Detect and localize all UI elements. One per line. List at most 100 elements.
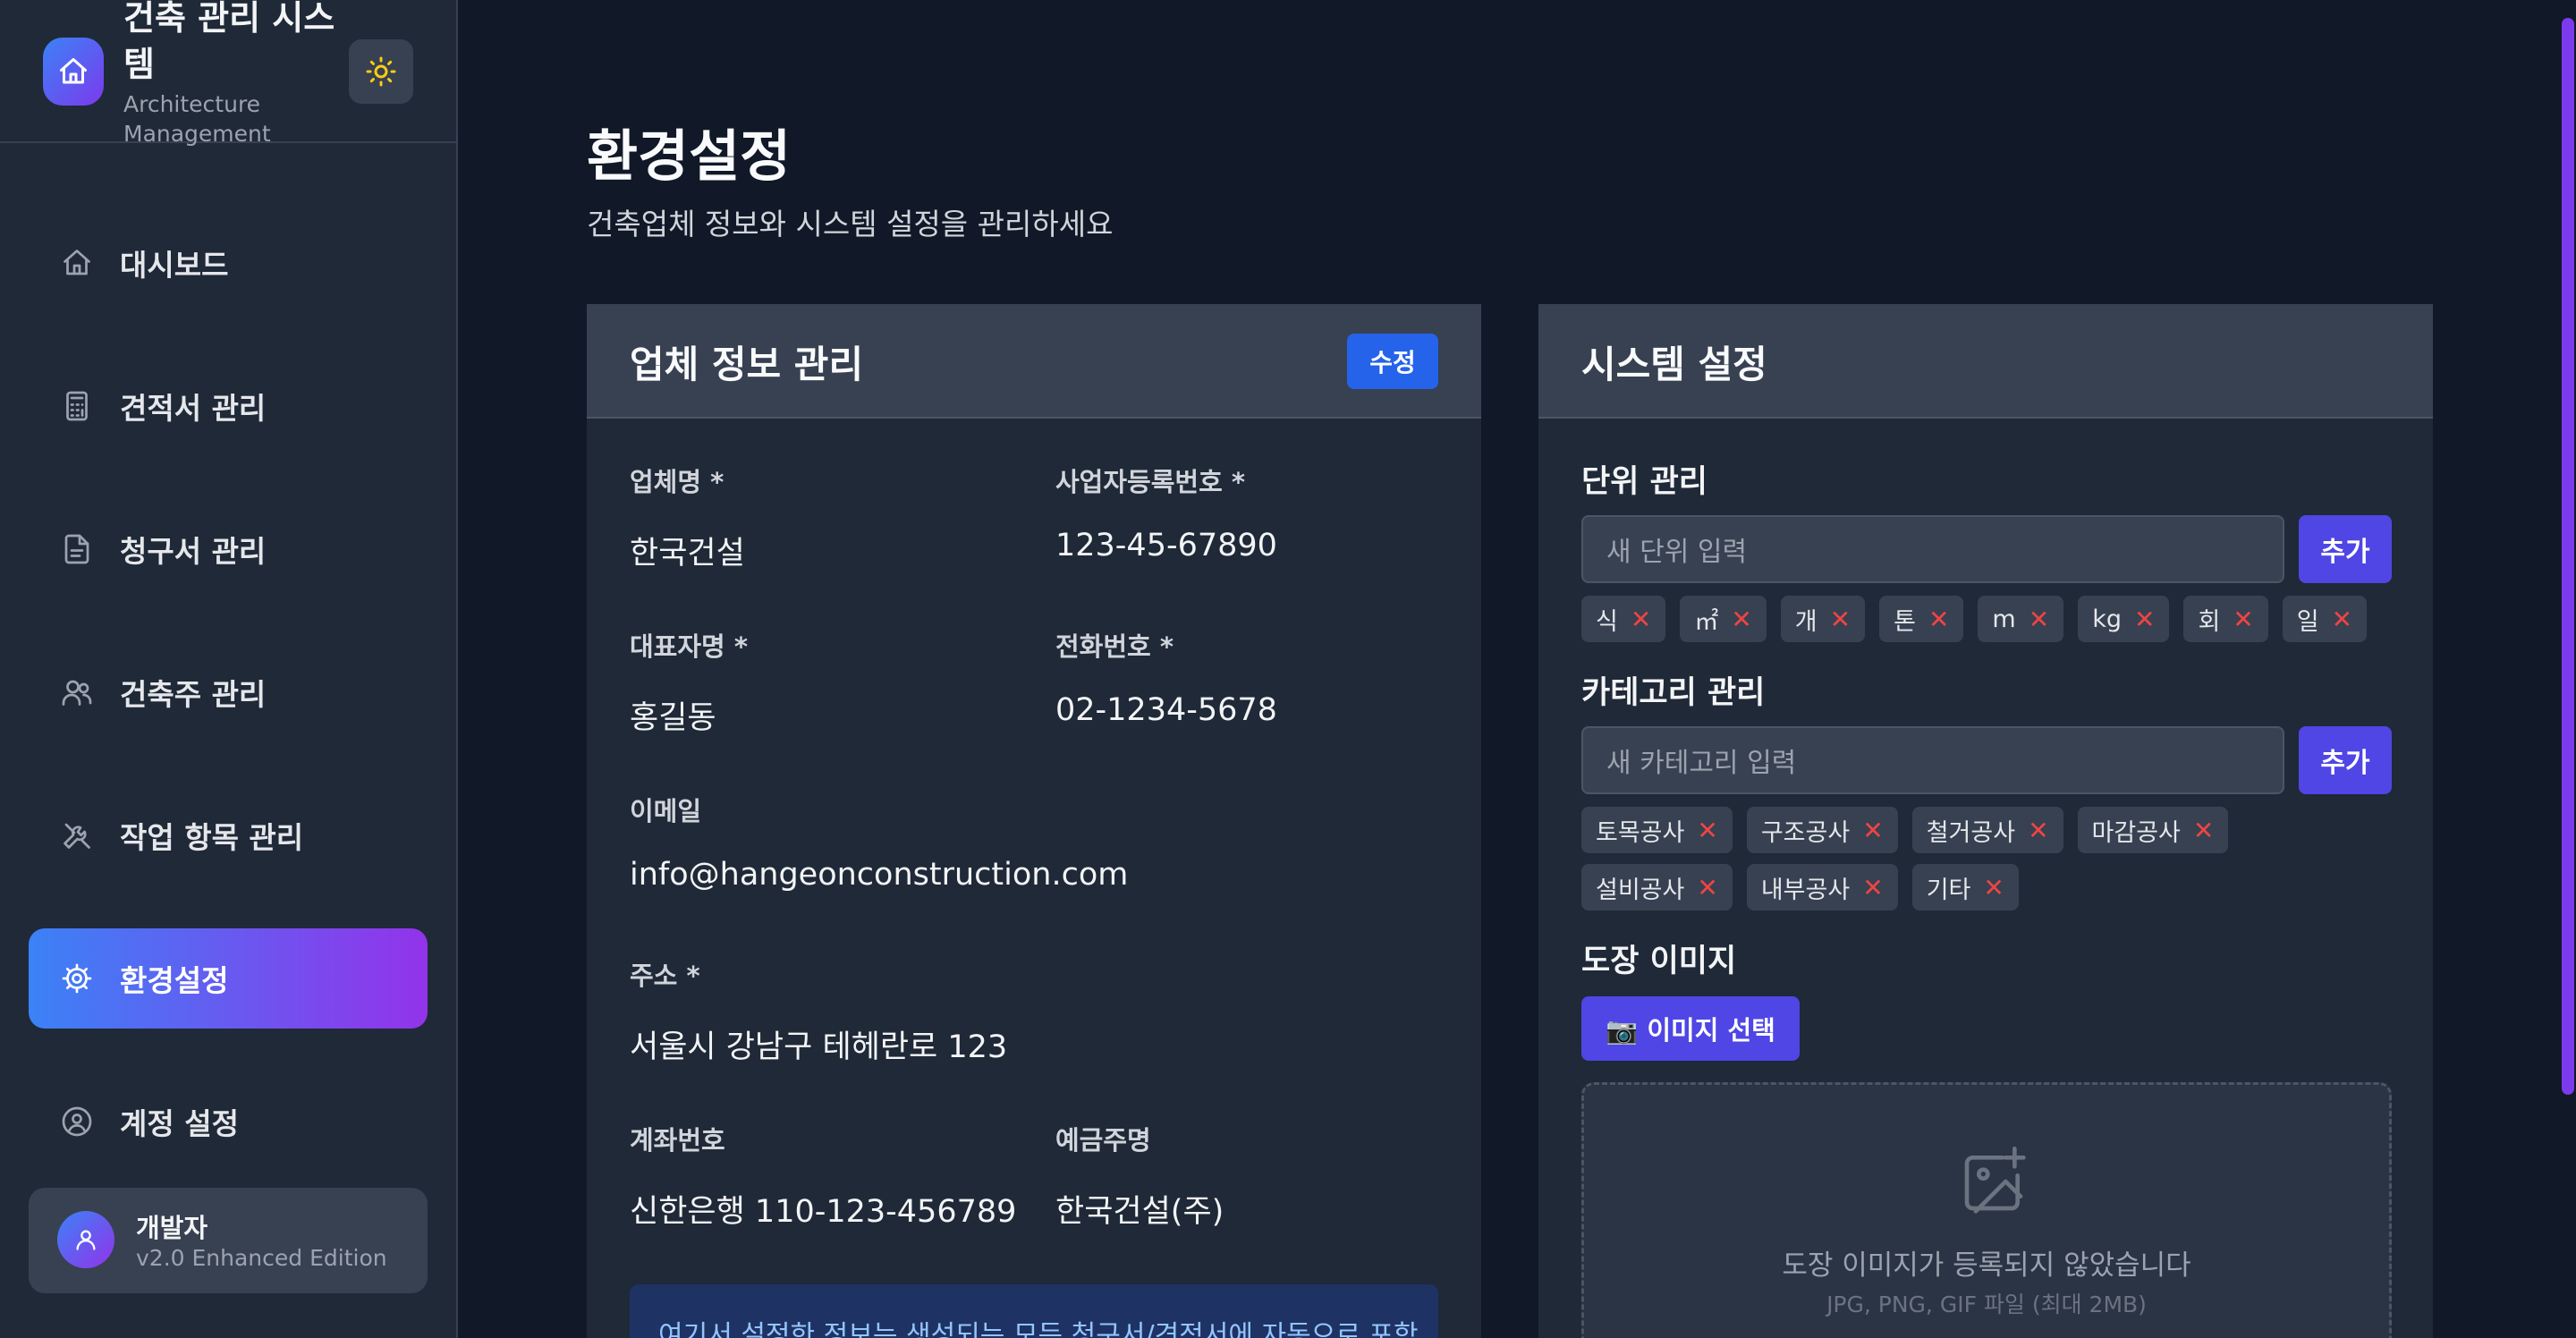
remove-icon[interactable]: ✕ [1631, 605, 1651, 634]
add-unit-button[interactable]: 추가 [2299, 515, 2392, 583]
remove-icon[interactable]: ✕ [1830, 605, 1851, 634]
card-header: 업체 정보 관리 수정 [587, 304, 1481, 419]
remove-icon[interactable]: ✕ [1862, 873, 1883, 902]
sidebar-item-clients[interactable]: 건축주 관리 [29, 642, 428, 742]
tag-label: 기타 [1926, 876, 1971, 904]
tag-label: ㎡ [1694, 607, 1719, 636]
unit-tag: m ✕ [1978, 596, 2064, 642]
remove-icon[interactable]: ✕ [1697, 873, 1717, 902]
system-settings-card: 시스템 설정 단위 관리 새 단위 입력 추가 식 ✕ ㎡ ✕ 개 ✕ 톤 ✕ m ✕ k… [1538, 304, 2433, 1338]
remove-icon[interactable]: ✕ [1983, 873, 2004, 902]
address-value: 서울시 강남구 테헤란로 123 [630, 1029, 1008, 1065]
stamp-image-label: 도장 이미지 [1581, 944, 1737, 979]
email-label: 이메일 [630, 796, 702, 826]
sidebar-item-label: 건축주 관리 [120, 677, 267, 712]
remove-icon[interactable]: ✕ [2233, 605, 2253, 634]
category-tag: 설비공사 ✕ [1581, 864, 1733, 910]
sun-icon [366, 56, 396, 87]
scrollbar-thumb[interactable] [2562, 18, 2574, 1095]
tag-label: 톤 [1894, 607, 1916, 636]
sidebar-item-label: 청구서 관리 [120, 534, 267, 569]
brand-header: 건축 관리 시스템 Architecture Management [0, 0, 456, 147]
category-tag: 철거공사 ✕ [1911, 807, 2063, 853]
phone-label: 전화번호 * [1055, 631, 1174, 662]
remove-icon[interactable]: ✕ [1697, 816, 1717, 845]
image-add-icon [1964, 1147, 2026, 1214]
remove-icon[interactable]: ✕ [1862, 816, 1883, 845]
ceo-name-label: 대표자명 * [630, 631, 748, 662]
category-tag: 토목공사 ✕ [1581, 807, 1733, 853]
gear-icon [59, 961, 95, 996]
home-icon [59, 245, 95, 281]
tag-label: 설비공사 [1596, 876, 1685, 904]
unit-tag: 회 ✕ [2183, 596, 2268, 642]
unit-tag-list: 식 ✕ ㎡ ✕ 개 ✕ 톤 ✕ m ✕ kg ✕ 회 ✕ 일 ✕ [1581, 596, 2404, 642]
remove-icon[interactable]: ✕ [2193, 816, 2214, 845]
stamp-dropzone[interactable]: 도장 이미지가 등록되지 않았습니다 JPG, PNG, GIF 파일 (최대 … [1581, 1082, 2392, 1338]
sidebar-item-estimates[interactable]: 견적서 관리 [29, 356, 428, 456]
tag-label: 개 [1794, 607, 1818, 636]
sidebar-item-label: 계정 설정 [120, 1106, 239, 1141]
category-tag-list: 토목공사 ✕ 구조공사 ✕ 철거공사 ✕ 마감공사 ✕ 설비공사 ✕ 내부공사 ✕ 기타 ✕ [1581, 807, 2368, 910]
category-tag: 내부공사 ✕ [1746, 864, 1898, 910]
new-category-input[interactable]: 새 카테고리 입력 [1581, 726, 2284, 794]
category-tag: 구조공사 ✕ [1746, 807, 1898, 853]
remove-icon[interactable]: ✕ [2134, 605, 2155, 634]
add-category-button[interactable]: 추가 [2299, 726, 2392, 794]
brand-title: 건축 관리 시스템 [123, 0, 335, 84]
phone-value: 02-1234-5678 [1055, 692, 1277, 728]
tag-label: 구조공사 [1760, 818, 1851, 847]
ceo-name-value: 홍길동 [630, 700, 716, 736]
tag-label: kg [2092, 605, 2122, 633]
tag-label: 식 [1596, 607, 1618, 636]
select-image-button[interactable]: 📷 이미지 선택 [1581, 996, 1800, 1061]
stamp-empty-text: 도장 이미지가 등록되지 않았습니다 [1782, 1249, 2191, 1282]
account-holder-value: 한국건설(주) [1055, 1194, 1224, 1230]
remove-icon[interactable]: ✕ [2332, 605, 2352, 634]
account-holder-label: 예금주명 [1055, 1125, 1151, 1156]
user-edition: v2.0 Enhanced Edition [136, 1245, 387, 1271]
unit-management-label: 단위 관리 [1581, 464, 1707, 500]
user-icon [76, 1230, 96, 1250]
tag-label: 내부공사 [1760, 876, 1851, 904]
sidebar: 건축 관리 시스템 Architecture Management 대시보드 견… [0, 0, 458, 1338]
sidebar-item-label: 견적서 관리 [120, 391, 267, 426]
sidebar-item-work-items[interactable]: 작업 항목 관리 [29, 785, 428, 885]
new-unit-input[interactable]: 새 단위 입력 [1581, 515, 2284, 583]
unit-tag: 식 ✕ [1581, 596, 1666, 642]
edit-button[interactable]: 수정 [1347, 334, 1438, 389]
remove-icon[interactable]: ✕ [1928, 605, 1949, 634]
user-name: 개발자 [136, 1213, 208, 1243]
stamp-file-hint: JPG, PNG, GIF 파일 (최대 2MB) [1826, 1291, 2147, 1317]
tag-label: 마감공사 [2091, 818, 2181, 847]
sidebar-item-dashboard[interactable]: 대시보드 [29, 213, 428, 313]
remove-icon[interactable]: ✕ [2029, 605, 2049, 634]
email-value: info@hangeonconstruction.com [630, 857, 1129, 893]
page-title: 환경설정 [587, 123, 792, 189]
home-icon [60, 58, 87, 84]
avatar [57, 1211, 114, 1268]
unit-tag: kg ✕ [2078, 596, 2170, 642]
category-tag: 마감공사 ✕ [2077, 807, 2229, 853]
sidebar-item-invoices[interactable]: 청구서 관리 [29, 499, 428, 599]
account-number-value: 신한은행 110-123-456789 [630, 1194, 1017, 1230]
remove-icon[interactable]: ✕ [2028, 816, 2048, 845]
category-tag: 기타 ✕ [1911, 864, 2019, 910]
brand-logo[interactable] [43, 38, 104, 106]
card-header: 시스템 설정 [1538, 304, 2433, 419]
remove-icon[interactable]: ✕ [1731, 605, 1751, 634]
sidebar-item-label: 대시보드 [120, 248, 229, 283]
company-name-label: 업체명 * [630, 467, 724, 497]
unit-tag: ㎡ ✕ [1680, 596, 1767, 642]
card-title: 시스템 설정 [1581, 343, 1767, 386]
tools-icon [59, 817, 95, 853]
tag-label: 토목공사 [1596, 818, 1685, 847]
sidebar-item-label: 환경설정 [120, 963, 229, 998]
user-profile-card[interactable]: 개발자 v2.0 Enhanced Edition [29, 1188, 428, 1293]
sidebar-item-settings[interactable]: 환경설정 [29, 928, 428, 1029]
sidebar-item-account[interactable]: 계정 설정 [29, 1071, 428, 1172]
theme-toggle-button[interactable] [349, 39, 413, 104]
company-info-card: 업체 정보 관리 수정 업체명 * 한국건설 사업자등록번호 * 123-45-… [587, 304, 1481, 1338]
calculator-icon [59, 388, 95, 424]
account-number-label: 계좌번호 [630, 1125, 725, 1156]
